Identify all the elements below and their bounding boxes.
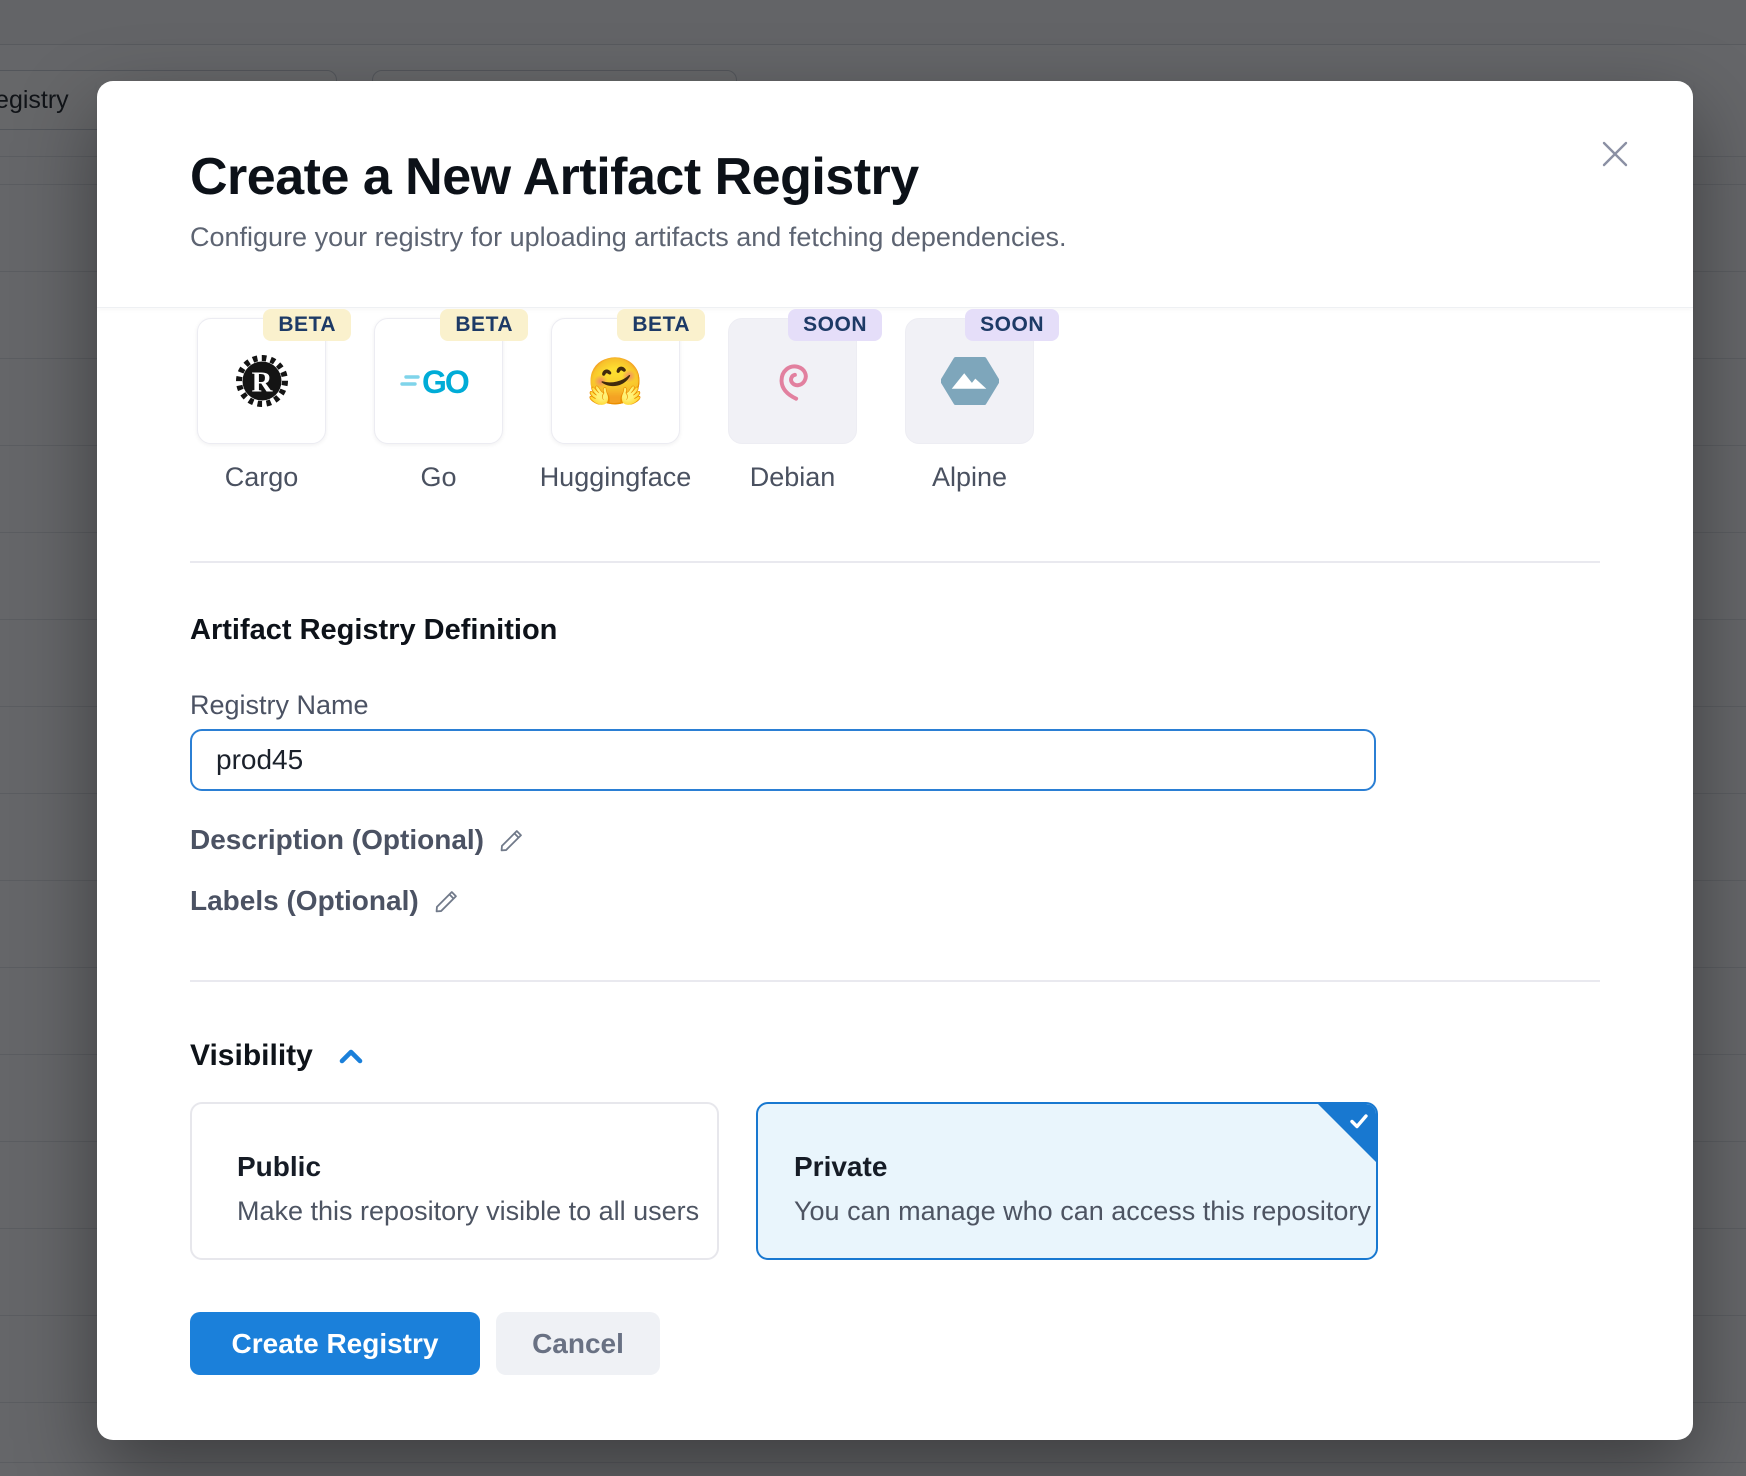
visibility-heading: Visibility [190,1038,313,1074]
option-description: You can manage who can access this repos… [794,1195,1376,1227]
visibility-option-private[interactable]: Private You can manage who can access th… [756,1102,1378,1260]
svg-text:GO: GO [422,364,469,400]
registry-type-huggingface[interactable]: BETA 🤗 Huggingface [551,309,680,492]
create-registry-modal: Create a New Artifact Registry Configure… [97,81,1693,1440]
checkmark-icon [1348,1110,1370,1137]
alpine-mountain-icon [941,356,999,406]
type-label: Cargo [225,462,299,492]
create-registry-button[interactable]: Create Registry [190,1312,480,1375]
option-title: Private [794,1151,1376,1183]
registry-type-alpine: SOON Alpine [905,309,1034,492]
soon-badge: SOON [965,309,1059,341]
divider [190,561,1600,563]
close-button[interactable] [1592,131,1638,177]
description-label: Description (Optional) [190,823,484,857]
visibility-options: Public Make this repository visible to a… [190,1102,1600,1260]
debian-swirl-icon [768,356,818,406]
soon-badge: SOON [788,309,882,341]
visibility-option-public[interactable]: Public Make this repository visible to a… [190,1102,719,1260]
beta-badge: BETA [617,309,705,341]
type-label: Alpine [932,462,1007,492]
registry-name-input[interactable] [190,729,1376,791]
type-label: Go [420,462,456,492]
modal-subtitle: Configure your registry for uploading ar… [190,221,1600,253]
option-description: Make this repository visible to all user… [237,1195,717,1227]
cancel-button[interactable]: Cancel [496,1312,660,1375]
svg-text:R: R [251,367,273,399]
definition-section-heading: Artifact Registry Definition [190,613,1600,647]
chevron-up-icon [339,1048,363,1064]
edit-description-pencil-icon[interactable] [498,827,525,854]
modal-header: Create a New Artifact Registry Configure… [97,81,1693,308]
registry-name-label: Registry Name [190,689,1600,721]
registry-type-cargo[interactable]: BETA R Cargo [197,309,326,492]
labels-row: Labels (Optional) [190,884,1600,918]
type-label: Huggingface [540,462,692,492]
go-logo-icon: GO [400,360,478,402]
option-title: Public [237,1151,717,1183]
visibility-section-toggle[interactable]: Visibility [190,1038,1600,1074]
divider [190,980,1600,982]
modal-actions: Create Registry Cancel [190,1312,1600,1375]
labels-label: Labels (Optional) [190,884,419,918]
modal-title: Create a New Artifact Registry [190,149,1600,205]
type-label: Debian [750,462,836,492]
beta-badge: BETA [263,309,351,341]
registry-type-row: BETA R Cargo BETA [197,309,1600,492]
registry-type-debian: SOON Debian [728,309,857,492]
description-row: Description (Optional) [190,823,1600,857]
modal-content: BETA R Cargo BETA [97,309,1693,1375]
registry-type-go[interactable]: BETA GO Go [374,309,503,492]
edit-labels-pencil-icon[interactable] [433,888,460,915]
huggingface-emoji-icon: 🤗 [587,358,644,404]
beta-badge: BETA [440,309,528,341]
close-icon [1600,139,1630,169]
cargo-rust-gear-icon: R [234,353,290,409]
